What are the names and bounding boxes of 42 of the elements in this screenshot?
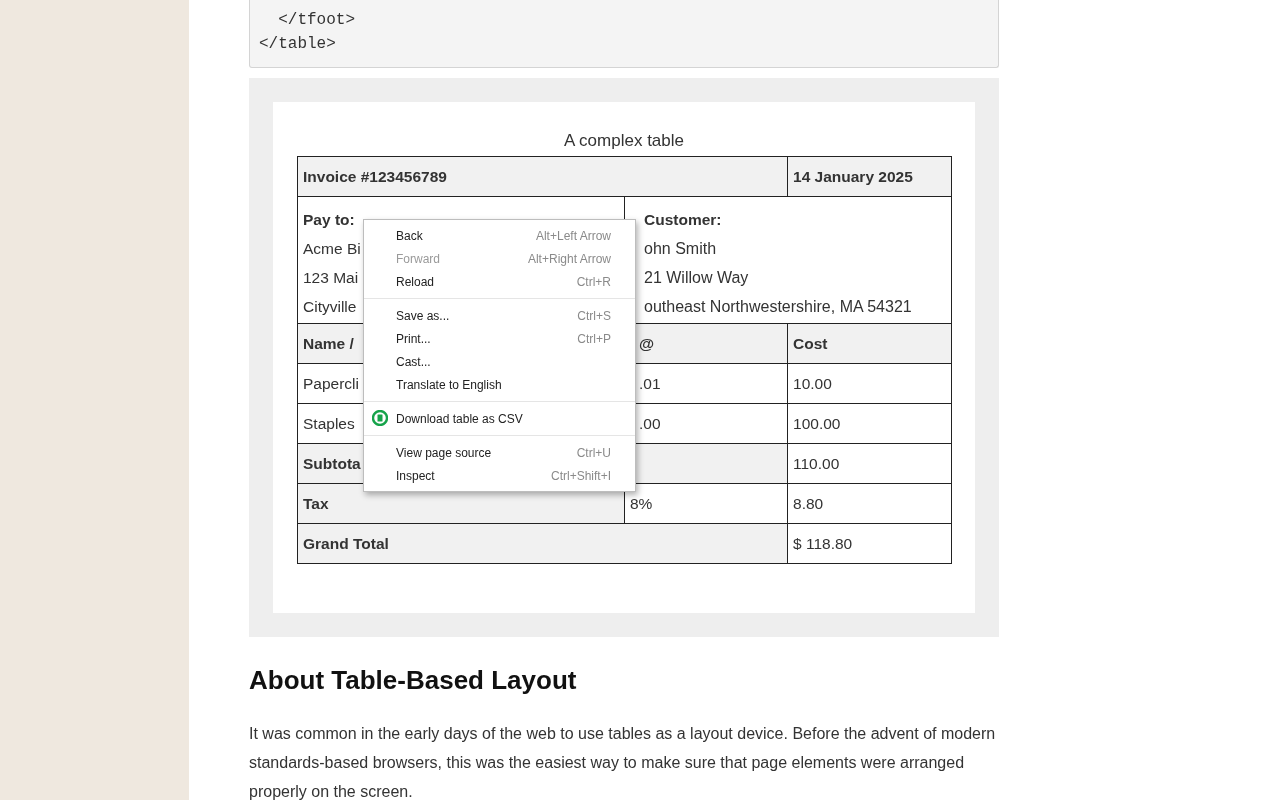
table-cell: $ 118.80: [787, 523, 952, 564]
code-line: </table>: [259, 34, 337, 55]
menu-item-label: Reload: [396, 273, 435, 291]
shortcut-label: Ctrl+P: [577, 330, 611, 348]
table-cell: Invoice #123456789: [297, 156, 788, 197]
table-cell: Grand Total: [297, 523, 788, 564]
customer-heading: Customer:: [643, 210, 723, 230]
table-cell: 110.00: [787, 443, 952, 484]
shortcut-label: Ctrl+U: [576, 444, 611, 462]
table-cell: Cost: [787, 323, 952, 364]
table-cell: 8.80: [787, 483, 952, 524]
menu-item-label: Inspect: [396, 467, 435, 485]
address-line: 21 Willow Way: [643, 268, 750, 288]
paragraph: It was common in the early days of the web to use tables as a layout device. Before the advent of modern standards-based browsers, this was the easiest way to make sure that page elements were arranged properly on the screen.: [249, 724, 997, 800]
address-line: ohn Smith: [643, 239, 718, 259]
code-line: </tfoot>: [277, 10, 356, 31]
table-cell: 14 January 2025: [787, 156, 952, 197]
table-cell: 10.00: [787, 363, 952, 404]
address-line: 123 Mai: [303, 268, 359, 288]
table-caption: A complex table: [563, 130, 685, 152]
table-cell: 100.00: [787, 403, 952, 444]
menu-item-label: Translate to English: [396, 376, 502, 394]
shortcut-label: Ctrl+Shift+I: [550, 467, 611, 485]
menu-item-label: Forward: [396, 250, 440, 268]
address-line: Acme Bi: [303, 239, 361, 259]
menu-item-label: Back: [396, 227, 423, 245]
section-heading: About Table-Based Layout: [249, 664, 578, 697]
shortcut-label: Ctrl+S: [577, 307, 611, 325]
menu-item-label: Download table as CSV: [396, 410, 523, 428]
menu-item[interactable]: View page source Ctrl+U: [364, 441, 635, 464]
shortcut-label: Alt+Left Arrow: [535, 227, 611, 245]
address-line: Cityville: [303, 297, 357, 317]
menu-item[interactable]: Reload Ctrl+R: [364, 270, 635, 293]
file-icon: [372, 410, 388, 426]
menu-item[interactable]: Back Alt+Left Arrow: [364, 224, 635, 247]
shortcut-label: Alt+Right Arrow: [527, 250, 611, 268]
menu-item-label: Save as...: [396, 307, 450, 325]
menu-item-label: Print...: [396, 330, 431, 348]
menu-item-label: View page source: [396, 444, 492, 462]
address-line: outheast Northwestershire, MA 54321: [643, 297, 913, 317]
pay-to-heading: Pay to:: [303, 210, 355, 230]
shortcut-label: Ctrl+R: [576, 273, 611, 291]
